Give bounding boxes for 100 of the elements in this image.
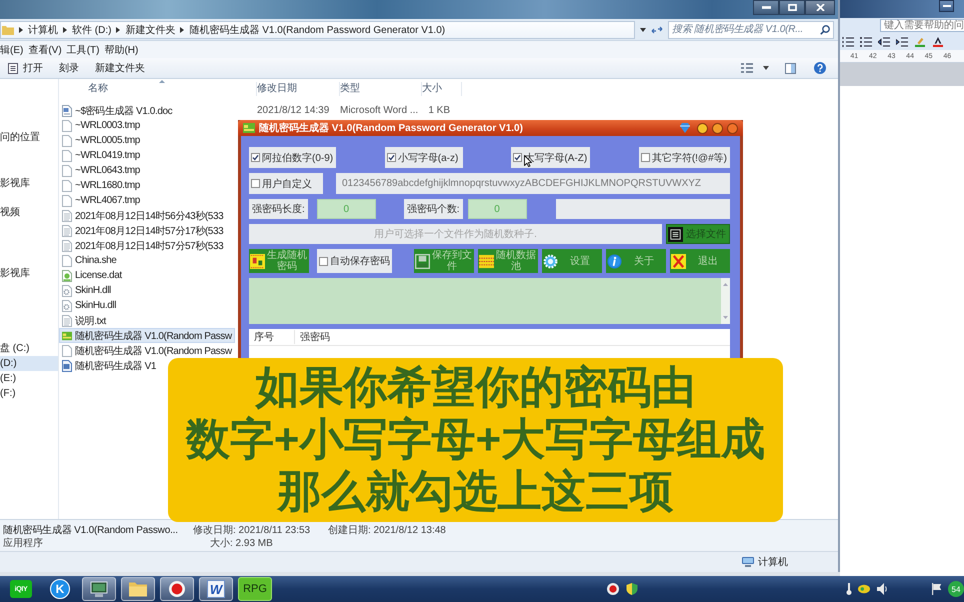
nav-item[interactable]: 影视库 [0,176,58,191]
file-row[interactable]: 2021年08月12日14时56分43秒(533 [59,208,226,223]
help-search-field[interactable]: 键入需要帮助的问 [880,19,964,32]
gear-file-icon [62,284,72,296]
custom-charset-field[interactable]: 0123456789abcdefghijklmnopqrstuvwxyzABCDEFGHIJKLMNOPQRSTUVWXYZ [336,173,730,194]
maximize-icon [788,4,796,11]
increase-indent-icon[interactable] [896,36,908,46]
checkbox[interactable]: 其它字符(!@#等) [638,147,730,168]
menu-item[interactable]: 工具(T) [66,42,100,56]
file-name: 说明.txt [75,314,106,328]
file-row[interactable]: SkinH.dll [59,283,114,298]
password-list[interactable]: 序号 强密码 [249,329,730,358]
address-bar[interactable]: 计算机 软件 (D:) 新建文件夹 随机密码生成器 V1.0(Random Password Generator V1.0) [0,20,635,38]
close-button[interactable] [805,0,835,15]
file-row[interactable]: ~WRL4067.tmp [59,193,143,208]
highlighter-icon[interactable] [914,36,926,46]
file-row[interactable]: ~$密码生成器 V1.0.doc 2021/8/12 14:39 Microsoft Word ... 1 KB [59,103,453,118]
chevron-icon[interactable] [19,26,23,32]
file-row[interactable]: ~WRL0419.tmp [59,148,143,163]
gem-icon[interactable] [680,123,690,133]
chevron-icon[interactable] [180,26,184,32]
file-row[interactable]: ~WRL0005.tmp [59,133,143,148]
file-row[interactable]: 说明.txt [59,313,109,328]
taskbar-button[interactable] [160,577,194,601]
nav-item[interactable]: 视频 [0,205,58,220]
file-row[interactable]: 随机密码生成器 V1 [59,358,160,373]
column-header[interactable]: 强密码 [295,330,330,344]
nav-item[interactable]: 问的位置 [0,130,58,145]
file-name: SkinHu.dll [75,300,116,311]
file-row[interactable]: SkinHu.dll [59,298,120,313]
preview-pane-icon[interactable] [785,62,796,74]
view-options-icon[interactable] [741,63,753,73]
checkbox-icon[interactable] [319,256,328,266]
nav-item[interactable]: (F:) [0,386,58,401]
column-header[interactable]: 序号 [249,330,295,344]
record-icon[interactable] [607,583,619,595]
file-row[interactable]: ~WRL1680.tmp [59,178,143,193]
taskbar-button[interactable]: W [199,577,233,601]
nav-item[interactable]: 盘 (C:) [0,341,58,356]
help-icon[interactable] [814,62,826,74]
caret-icon[interactable] [763,66,769,70]
minimize-button[interactable] [753,0,779,15]
checkbox[interactable]: 小写字母(a-z) [384,147,463,168]
search-icon [820,24,830,34]
font-color-icon[interactable] [932,36,944,46]
taskbar-button[interactable]: RPG [238,577,272,601]
taskbar-button[interactable] [121,577,155,601]
maximize-button[interactable] [779,0,805,15]
thermometer-icon[interactable] [846,583,852,595]
file-row[interactable]: 2021年08月12日14时57分17秒(533 [59,223,226,238]
checkbox-icon[interactable] [386,153,396,162]
nav-item[interactable]: (E:) [0,371,58,386]
file-row[interactable]: ~WRL0003.tmp [59,118,143,133]
file-row[interactable]: 2021年08月12日14时57分57秒(533 [59,238,226,253]
checkbox-icon[interactable] [513,153,522,162]
nav-item[interactable]: (D:) [0,356,58,371]
checkbox[interactable]: 阿拉伯数字(0-9) [249,147,336,168]
toolbar-button[interactable]: 新建文件夹 [95,61,145,75]
file-row[interactable]: 随机密码生成器 V1.0(Random Passw [59,343,235,358]
menu-item[interactable]: 辑(E) [0,42,24,56]
file-name: 2021年08月12日14时57分57秒(533 [75,240,224,252]
file-row[interactable]: ~WRL0643.tmp [59,163,143,178]
taskbar-button[interactable] [82,577,116,601]
toolbar-button[interactable]: 刻录 [59,61,79,75]
file-row[interactable]: China.she [59,253,120,268]
toolbar-button[interactable]: 打开 [8,61,43,75]
checkbox[interactable]: 自动保存密码 [317,249,392,273]
column-header[interactable]: 大小 [422,82,462,96]
chevron-icon[interactable] [63,26,67,32]
file-row[interactable]: 随机密码生成器 V1.0(Random Passw [59,328,235,343]
bullet-list-icon[interactable] [860,36,872,46]
checkbox-icon[interactable] [251,153,260,162]
checkbox-icon[interactable] [251,179,260,188]
refresh-icon[interactable] [651,26,663,34]
shield-icon[interactable] [626,583,638,595]
chevron-icon[interactable] [116,26,120,32]
flag-icon[interactable] [932,583,942,595]
breadcrumb-item[interactable]: 新建文件夹 [125,22,176,36]
breadcrumb-item[interactable]: 计算机 [28,22,58,36]
disc-icon[interactable] [858,583,870,595]
decrease-indent-icon[interactable] [878,36,890,46]
breadcrumb-item[interactable]: 随机密码生成器 V1.0(Random Password Generator V1.0) [189,22,446,36]
checkbox-icon[interactable] [640,153,650,162]
column-header[interactable]: 修改日期 [257,82,340,96]
minimize-button[interactable] [939,0,954,12]
checkbox[interactable]: 用户自定义 [249,173,323,194]
numbered-list-icon[interactable] [842,36,854,46]
caret-icon[interactable] [640,28,646,32]
column-header[interactable]: 类型 [340,82,422,96]
input-field[interactable] [556,199,730,219]
menu-item[interactable]: 帮助(H) [104,42,138,56]
info-icon [607,254,622,268]
breadcrumb-item[interactable]: 软件 (D:) [72,22,112,36]
tile-icon [250,254,265,268]
nav-item[interactable]: 影视库 [0,266,58,281]
file-row[interactable]: License.dat [59,268,125,283]
menu-item[interactable]: 查看(V) [28,42,62,56]
seed-file-field[interactable]: 用户可选择一个文件作为随机数种子. [249,224,662,244]
speaker-icon[interactable] [876,583,888,595]
password-output-field[interactable] [249,278,730,324]
